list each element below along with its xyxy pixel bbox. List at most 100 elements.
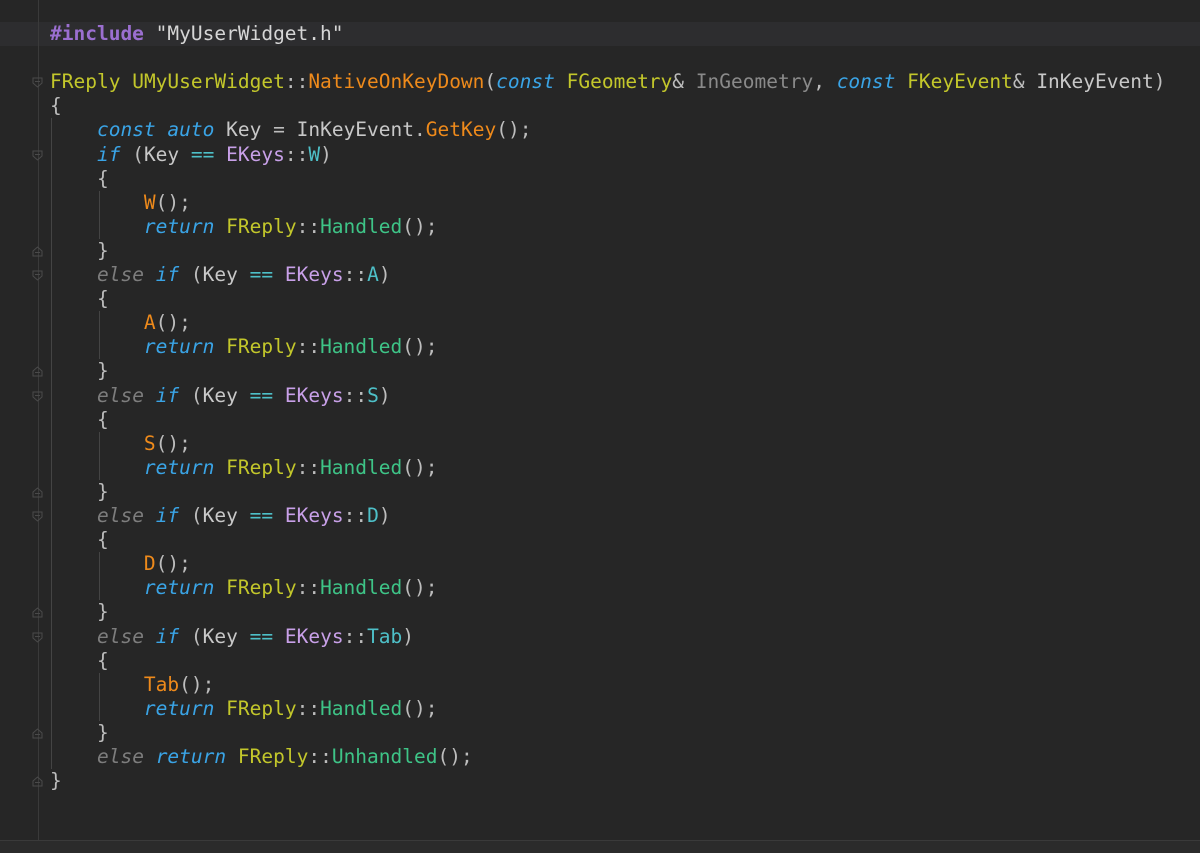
code-token: FReply xyxy=(237,745,309,768)
code-line[interactable]: } xyxy=(50,721,109,745)
fold-open-icon[interactable] xyxy=(32,632,43,643)
code-token: S xyxy=(367,383,379,407)
code-token: ( xyxy=(120,142,144,166)
code-token: :: xyxy=(284,70,309,94)
code-token: ) xyxy=(1153,70,1166,94)
code-line[interactable]: } xyxy=(50,600,109,624)
code-token: else xyxy=(96,624,144,648)
code-line[interactable]: A(); xyxy=(50,311,191,335)
code-line[interactable]: Tab(); xyxy=(50,673,214,697)
code-line[interactable]: { xyxy=(50,649,109,673)
code-token: ( xyxy=(179,263,203,286)
code-token: const xyxy=(96,118,156,142)
code-line[interactable]: } xyxy=(50,480,109,504)
code-token: auto xyxy=(167,118,215,142)
code-line[interactable]: { xyxy=(50,408,109,432)
code-token: :: xyxy=(296,455,321,479)
code-line[interactable]: else if (Key == EKeys::S) xyxy=(50,384,391,408)
code-token: const xyxy=(496,70,555,94)
code-line[interactable]: return FReply::Handled(); xyxy=(50,696,438,721)
code-line[interactable]: S(); xyxy=(50,432,191,456)
code-token: Key xyxy=(143,142,180,166)
code-token: else xyxy=(96,504,144,527)
code-token: "MyUserWidget.h" xyxy=(155,22,344,45)
code-token: return xyxy=(143,576,215,600)
code-token: UMyUserWidget xyxy=(132,70,285,94)
code-token: FReply xyxy=(226,455,297,479)
fold-close-icon[interactable] xyxy=(32,776,43,787)
code-token: { xyxy=(96,528,109,552)
code-line[interactable]: } xyxy=(50,359,109,383)
code-line[interactable]: return FReply::Handled(); xyxy=(50,214,438,239)
code-editor[interactable]: #include "MyUserWidget.h" FReply UMyUserW… xyxy=(0,0,1200,853)
code-line[interactable]: W(); xyxy=(50,191,191,215)
code-token: :: xyxy=(296,214,321,238)
fold-close-icon[interactable] xyxy=(32,487,43,498)
code-token: } xyxy=(96,479,109,503)
fold-close-icon[interactable] xyxy=(32,728,43,739)
code-token: Tab xyxy=(367,624,403,648)
code-line[interactable]: return FReply::Handled(); xyxy=(50,335,438,359)
fold-close-icon[interactable] xyxy=(32,607,43,618)
code-token: FReply xyxy=(226,696,297,720)
code-line[interactable]: FReply UMyUserWidget::NativeOnKeyDown(co… xyxy=(50,70,1165,94)
code-line[interactable]: else if (Key == EKeys::D) xyxy=(50,504,391,528)
code-token: Key xyxy=(202,624,238,648)
code-line[interactable]: else if (Key == EKeys::A) xyxy=(50,263,391,287)
bottom-bar xyxy=(0,840,1200,853)
code-line[interactable]: #include "MyUserWidget.h" xyxy=(50,22,344,46)
code-line[interactable]: } xyxy=(50,769,62,793)
code-line[interactable]: return FReply::Handled(); xyxy=(50,455,438,480)
code-line[interactable]: { xyxy=(50,167,109,191)
fold-open-icon[interactable] xyxy=(32,270,43,281)
code-token: D xyxy=(143,552,156,576)
fold-open-icon[interactable] xyxy=(32,391,43,402)
code-token: (); xyxy=(402,455,438,479)
code-line[interactable]: { xyxy=(50,94,62,118)
code-token: { xyxy=(96,287,109,311)
code-line[interactable]: { xyxy=(50,528,109,552)
gutter-separator xyxy=(38,0,39,841)
code-token: GetKey xyxy=(425,118,497,142)
code-token: == xyxy=(249,383,274,407)
code-token: FGeometry xyxy=(566,70,673,94)
code-token: (); xyxy=(402,214,438,238)
code-line[interactable]: } xyxy=(50,239,109,263)
code-line[interactable]: D(); xyxy=(50,552,191,576)
code-line[interactable]: { xyxy=(50,287,109,311)
code-line[interactable]: else if (Key == EKeys::Tab) xyxy=(50,625,414,649)
fold-open-icon[interactable] xyxy=(32,77,43,88)
code-token: return xyxy=(143,214,215,238)
code-token: :: xyxy=(343,624,368,648)
code-token: :: xyxy=(296,576,321,600)
code-line[interactable]: if (Key == EKeys::W) xyxy=(50,143,332,167)
fold-close-icon[interactable] xyxy=(32,246,43,257)
fold-open-icon[interactable] xyxy=(32,150,43,161)
code-token: InKeyEvent xyxy=(296,118,415,142)
fold-close-icon[interactable] xyxy=(32,366,43,377)
fold-open-icon[interactable] xyxy=(32,511,43,522)
code-token: == xyxy=(249,263,274,286)
code-token: ) xyxy=(320,142,332,166)
code-token: (); xyxy=(155,552,191,576)
code-line[interactable]: else return FReply::Unhandled(); xyxy=(50,745,473,769)
code-token: W xyxy=(308,142,321,166)
code-line[interactable]: return FReply::Handled(); xyxy=(50,576,438,600)
code-line[interactable]: const auto Key = InKeyEvent.GetKey(); xyxy=(50,118,531,142)
code-token: Key xyxy=(202,383,238,407)
